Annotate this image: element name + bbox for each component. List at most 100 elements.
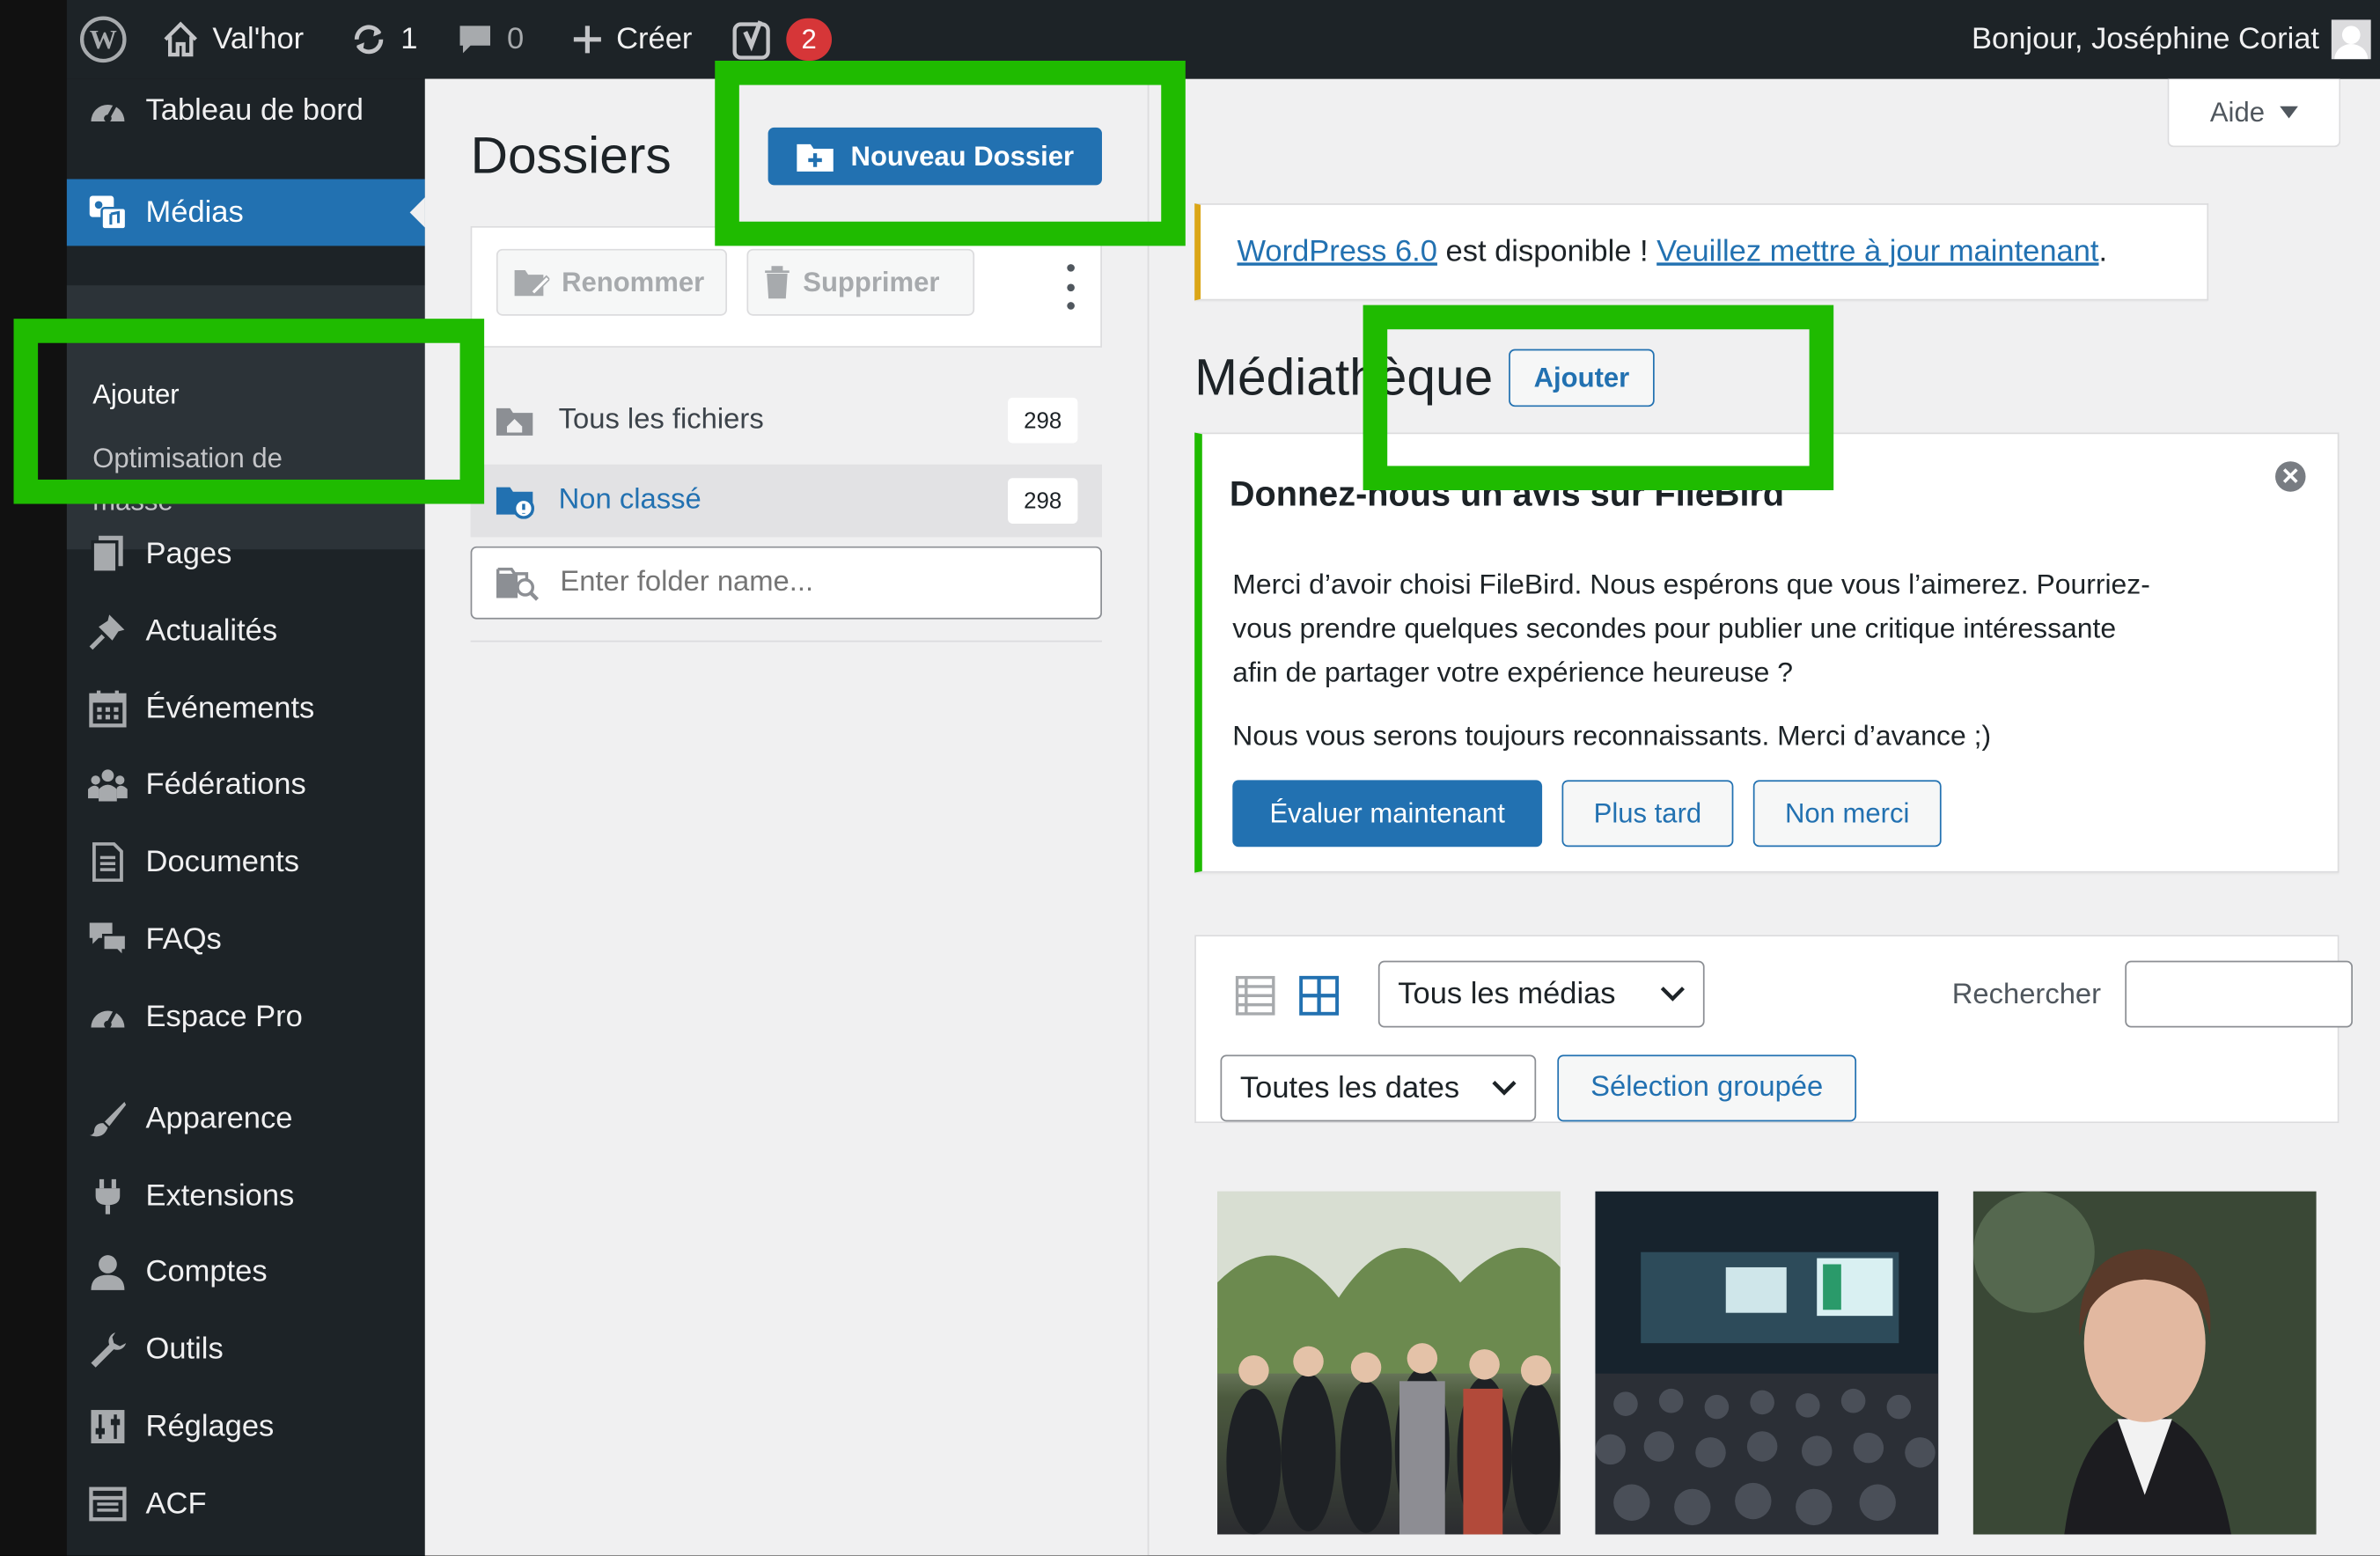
pin-icon xyxy=(88,612,128,651)
wordpress-logo-button[interactable]: W xyxy=(79,0,128,79)
date-filter[interactable]: Toutes les dates xyxy=(1220,1054,1537,1122)
sidebar-item-comptes[interactable]: Comptes xyxy=(67,1238,425,1305)
updates-count: 1 xyxy=(400,22,418,55)
sidebar-item-label: Médias xyxy=(145,194,244,229)
site-name-link[interactable]: Val'hor xyxy=(161,0,304,79)
update-notice-text: est disponible ! xyxy=(1436,234,1657,268)
update-notice-end: . xyxy=(2098,234,2108,268)
uncategorized-count: 298 xyxy=(1008,478,1078,524)
sidebar-item-extensions[interactable]: Extensions xyxy=(67,1163,425,1229)
all-files-label: Tous les fichiers xyxy=(558,403,764,436)
delete-button[interactable]: Supprimer xyxy=(746,248,975,316)
new-content-link[interactable]: Créer xyxy=(570,0,692,79)
dashboard-icon xyxy=(88,91,128,130)
dismiss-notice-icon[interactable]: ✕ xyxy=(2275,461,2306,492)
admin-bar: W Val'hor 1 0 Créer 2 Bonjour, Joséphine… xyxy=(66,0,2380,79)
filebird-folder-panel: Dossiers Nouveau Dossier Renommer Suppri… xyxy=(424,78,1150,1556)
yoast-badge: 2 xyxy=(786,18,833,61)
avatar xyxy=(2331,19,2371,60)
sidebar-item-label: Documents xyxy=(145,844,299,878)
uncategorized-label: Non classé xyxy=(558,484,702,517)
list-view-icon[interactable] xyxy=(1235,975,1275,1016)
sidebar-item-label: ACF xyxy=(145,1486,207,1521)
rename-label: Renommer xyxy=(562,266,705,297)
help-label: Aide xyxy=(2209,96,2265,127)
folder-search-field[interactable] xyxy=(470,546,1102,620)
brush-icon xyxy=(88,1099,128,1139)
date-filter-value: Toutes les dates xyxy=(1239,1070,1460,1105)
uncategorized-folder-icon xyxy=(496,487,535,519)
comments-link[interactable]: 0 xyxy=(455,0,524,79)
sidebar-item-documents[interactable]: Documents xyxy=(67,829,425,896)
highlight-new-folder xyxy=(715,60,1186,246)
folder-search-icon xyxy=(496,567,539,601)
review-notice-message: Merci d’avoir choisi FileBird. Nous espé… xyxy=(1232,561,2150,694)
updates-link[interactable]: 1 xyxy=(349,0,418,79)
refresh-icon xyxy=(354,25,384,55)
sidebar-item-faqs[interactable]: FAQs xyxy=(67,906,425,973)
later-button[interactable]: Plus tard xyxy=(1561,780,1734,848)
media-type-filter[interactable]: Tous les médias xyxy=(1377,960,1705,1028)
grid-view-icon[interactable] xyxy=(1299,975,1340,1016)
media-icon xyxy=(88,193,128,232)
media-search-input[interactable] xyxy=(2125,960,2353,1028)
wordpress-version-link[interactable]: WordPress 6.0 xyxy=(1237,234,1436,269)
sidebar-item-tableau-de-bord[interactable]: Tableau de bord xyxy=(67,77,425,144)
sidebar-item-espace-pro[interactable]: Espace Pro xyxy=(67,983,425,1050)
rename-button[interactable]: Renommer xyxy=(496,248,728,316)
sidebar-item-evenements[interactable]: Événements xyxy=(67,675,425,742)
bulk-select-button[interactable]: Sélection groupée xyxy=(1557,1054,1857,1122)
sidebar-item-label: Actualités xyxy=(145,613,278,648)
my-account-link[interactable]: Bonjour, Joséphine Coriat xyxy=(1972,0,2371,79)
more-options-icon[interactable] xyxy=(1058,264,1083,310)
sidebar-item-pages[interactable]: Pages xyxy=(67,521,425,588)
wrench-icon xyxy=(88,1330,128,1369)
search-label: Rechercher xyxy=(1951,979,2102,1011)
sidebar-item-label: Extensions xyxy=(145,1178,295,1213)
media-type-filter-value: Tous les médias xyxy=(1398,976,1616,1010)
chevron-down-icon xyxy=(1660,987,1685,1002)
folders-title: Dossiers xyxy=(470,127,672,186)
sidebar-item-federations[interactable]: Fédérations xyxy=(67,752,425,818)
home-folder-icon xyxy=(496,407,533,436)
sidebar-item-acf[interactable]: ACF xyxy=(67,1471,425,1538)
folder-divider xyxy=(470,640,1102,642)
new-content-label: Créer xyxy=(616,22,693,55)
sidebar-item-label: Espace Pro xyxy=(145,999,303,1033)
trash-icon xyxy=(765,266,790,299)
user-avatar-icon xyxy=(2334,26,2369,60)
no-thanks-button[interactable]: Non merci xyxy=(1752,780,1942,848)
sidebar-item-label: Fédérations xyxy=(145,767,306,801)
greeting: Bonjour, Joséphine Coriat xyxy=(1972,22,2320,55)
update-now-link[interactable]: Veuillez mettre à jour maintenant xyxy=(1656,234,2098,269)
sidebar-item-apparence[interactable]: Apparence xyxy=(67,1085,425,1152)
comment-icon xyxy=(459,26,491,54)
sidebar-item-reglages[interactable]: Réglages xyxy=(67,1393,425,1460)
dashboard-icon xyxy=(88,997,128,1037)
edit-folder-icon xyxy=(514,269,550,297)
rate-now-button[interactable]: Évaluer maintenant xyxy=(1232,780,1543,848)
sidebar-item-label: Pages xyxy=(145,536,232,570)
sidebar-item-actualites[interactable]: Actualités xyxy=(67,598,425,664)
media-thumbnail-conference[interactable] xyxy=(1595,1191,1939,1535)
sidebar-item-label: Événements xyxy=(145,691,315,725)
pages-icon xyxy=(88,534,128,574)
sidebar-item-outils[interactable]: Outils xyxy=(67,1316,425,1383)
portrait-photo-image xyxy=(1972,1191,2317,1535)
folder-item-all-files[interactable]: Tous les fichiers 298 xyxy=(471,385,1102,455)
calendar-icon xyxy=(88,689,128,729)
folder-item-uncategorized[interactable]: Non classé 298 xyxy=(470,464,1102,538)
plus-icon xyxy=(573,26,601,54)
yoast-icon xyxy=(732,20,770,60)
settings-icon xyxy=(88,1407,128,1447)
media-thumbnail-portrait[interactable] xyxy=(1972,1191,2317,1535)
acf-icon xyxy=(88,1485,128,1524)
update-notice: WordPress 6.0 est disponible ! Veuillez … xyxy=(1194,203,2209,301)
comments-icon xyxy=(88,920,128,959)
sidebar-item-medias[interactable]: Médias xyxy=(66,179,425,246)
media-thumbnail-group-photo[interactable] xyxy=(1217,1191,1561,1535)
sidebar-item-label: Tableau de bord xyxy=(145,93,364,127)
help-button[interactable]: Aide xyxy=(2167,78,2341,148)
folder-search-input[interactable] xyxy=(556,564,1064,601)
svg-text:W: W xyxy=(90,24,117,55)
